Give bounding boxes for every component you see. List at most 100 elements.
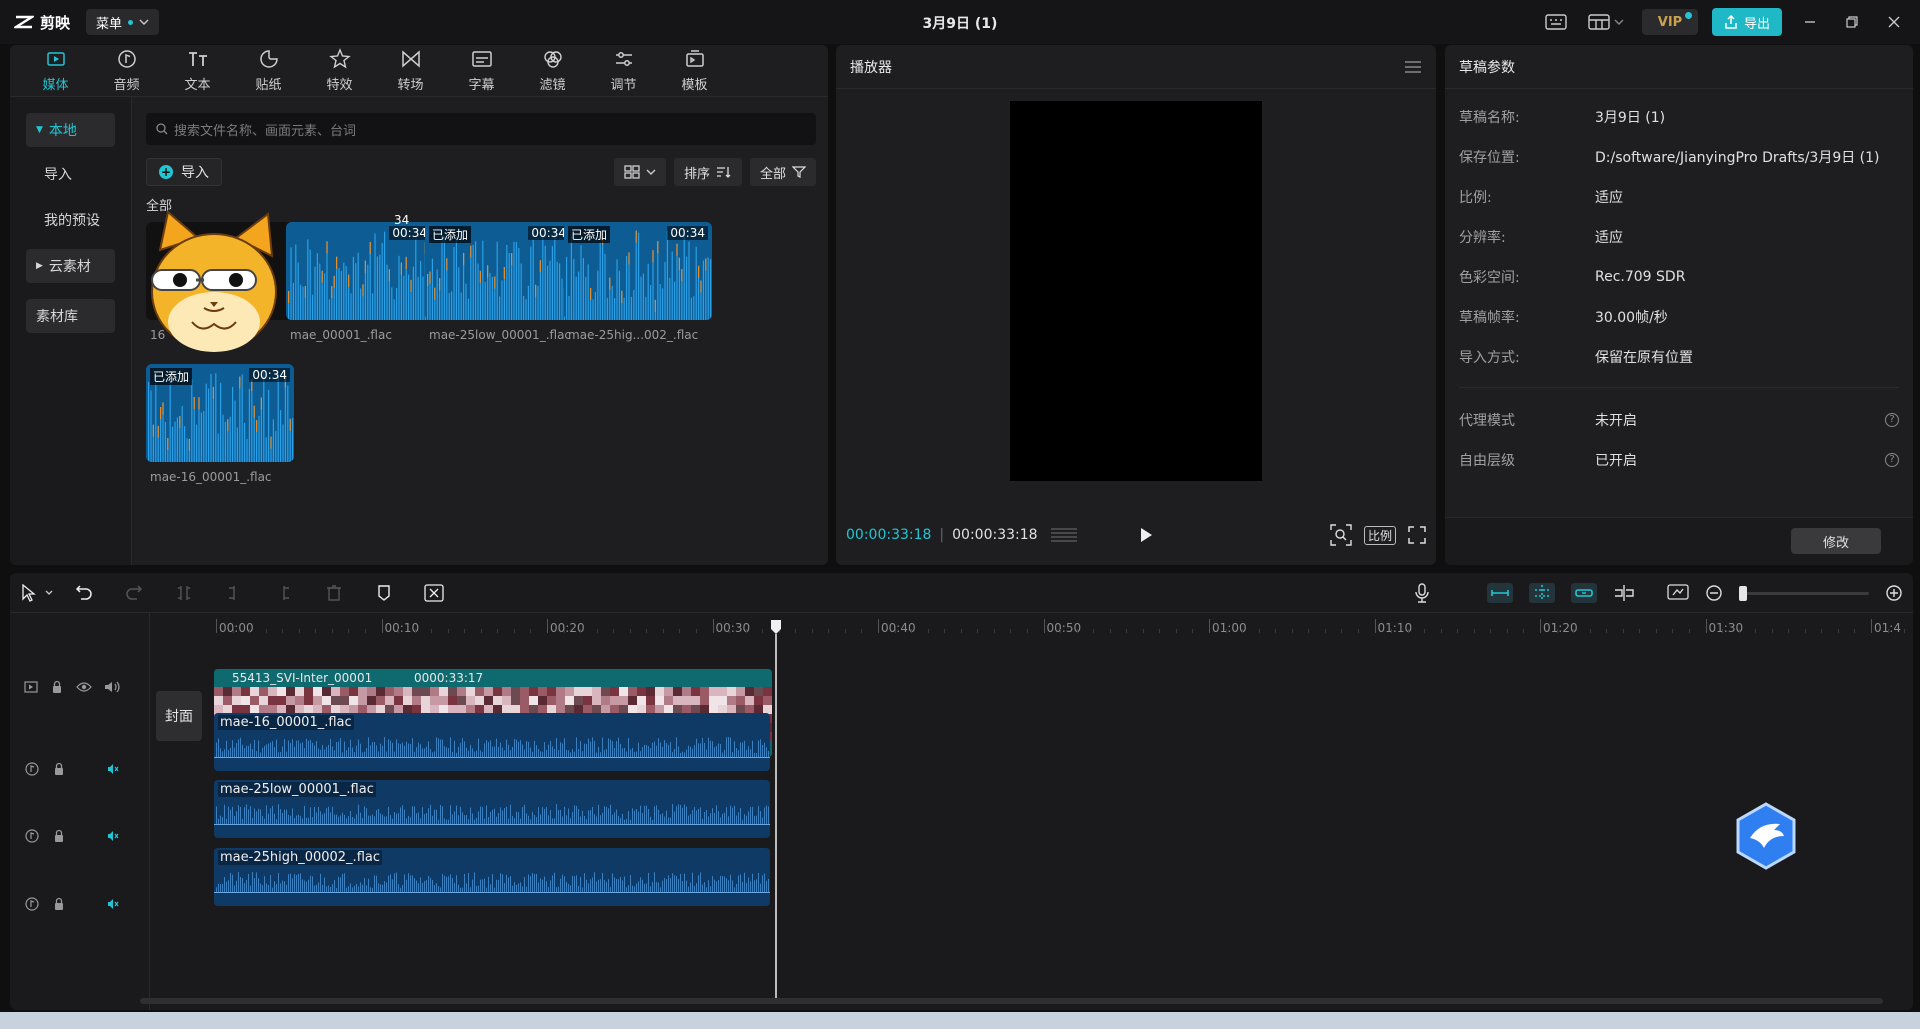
vip-button[interactable]: VIP	[1641, 9, 1698, 35]
audio-clip[interactable]: mae-25high_00002_.flac	[214, 848, 770, 906]
sidebar-item-local[interactable]: ▼ 本地	[26, 113, 115, 147]
ruler-minor-tick	[596, 629, 598, 633]
sort-button[interactable]: 排序	[673, 158, 742, 186]
delete-button[interactable]	[324, 583, 344, 603]
import-button[interactable]: + 导入	[146, 158, 222, 186]
help-icon[interactable]: ?	[1885, 413, 1899, 427]
restore-button[interactable]	[1838, 8, 1866, 36]
media-item[interactable]: 已添加 00:34 mae-25low_00001_.flac	[425, 222, 575, 342]
audio-clip[interactable]: mae-16_00001_.flac	[214, 713, 770, 771]
ruler-minor-tick	[1324, 629, 1326, 633]
microphone-icon[interactable]	[1413, 583, 1431, 603]
sidebar-item-cloud[interactable]: ▶ 云素材	[26, 249, 115, 283]
main-track-magnet-button[interactable]	[1487, 583, 1513, 603]
ruler-minor-tick	[1109, 629, 1111, 633]
snap-button[interactable]	[1529, 583, 1555, 603]
help-icon[interactable]: ?	[1885, 453, 1899, 467]
export-button[interactable]: 导出	[1711, 8, 1782, 36]
cursor-icon	[22, 583, 53, 602]
speaker-icon[interactable]	[105, 761, 120, 777]
draft-toggle-row: 自由层级 已开启?	[1445, 440, 1913, 480]
audio-track-icon	[24, 896, 39, 912]
tab-adjust[interactable]: 调节	[588, 45, 659, 96]
tab-template[interactable]: 模板	[659, 45, 730, 96]
linkage-button[interactable]	[1571, 583, 1597, 603]
search-icon	[156, 123, 168, 135]
preview-axis-icon[interactable]	[1613, 584, 1635, 602]
select-tool-button[interactable]	[20, 583, 54, 603]
zoom-slider[interactable]	[1739, 585, 1869, 601]
speaker-icon[interactable]	[105, 896, 120, 912]
lock-icon[interactable]	[51, 828, 66, 844]
tab-sticker[interactable]: 贴纸	[233, 45, 304, 96]
ruler-minor-tick	[1275, 629, 1277, 633]
layout-button[interactable]	[1584, 8, 1628, 36]
speaker-icon[interactable]	[105, 828, 120, 844]
modify-button[interactable]: 修改	[1791, 528, 1881, 554]
tab-filter[interactable]: 滤镜	[517, 45, 588, 96]
ruler-minor-tick	[249, 629, 251, 633]
fullscreen-icon[interactable]	[1408, 526, 1426, 544]
preview-canvas[interactable]	[1010, 101, 1262, 481]
media-item[interactable]: 已添加 00:34 mae-25hig...002_.flac	[564, 222, 714, 342]
split-left-button[interactable]	[224, 583, 244, 603]
zoom-in-icon[interactable]	[1885, 584, 1903, 602]
tab-effects[interactable]: 特效	[304, 45, 375, 96]
undo-button[interactable]	[74, 583, 94, 603]
tab-transition[interactable]: 转场	[375, 45, 446, 96]
zoom-fit-icon[interactable]	[1330, 524, 1352, 546]
play-icon[interactable]	[1136, 525, 1156, 545]
tab-media[interactable]: 媒体	[20, 45, 91, 96]
thumbnail-preview-icon[interactable]	[1667, 584, 1689, 602]
hamburger-menu-icon[interactable]	[1404, 60, 1422, 74]
draft-divider	[1459, 387, 1899, 388]
sidebar-item-import[interactable]: 导入	[26, 157, 115, 191]
added-badge: 已添加	[150, 368, 193, 385]
tab-subtitle[interactable]: 字幕	[446, 45, 517, 96]
search-input[interactable]: 搜索文件名称、画面元素、台词	[146, 113, 816, 145]
eye-icon[interactable]	[76, 679, 92, 695]
sidebar-item-my-presets[interactable]: 我的预设	[26, 203, 115, 237]
cover-button[interactable]: 封面	[156, 691, 202, 741]
ruler-minor-tick	[1175, 629, 1177, 633]
tab-text[interactable]: 文本	[162, 45, 233, 96]
split-right-button[interactable]	[274, 583, 294, 603]
assistant-bird-icon[interactable]	[1730, 800, 1802, 872]
sidebar-item-library[interactable]: 素材库	[26, 299, 115, 333]
draft-params-panel: 草稿参数 草稿名称: 3月9日 (1) 保存位置: D:/software/Jiany…	[1445, 45, 1913, 565]
marker-button[interactable]	[374, 583, 394, 603]
zoom-slider-handle[interactable]	[1739, 585, 1747, 601]
view-mode-button[interactable]	[613, 158, 666, 186]
minimize-button[interactable]	[1796, 8, 1824, 36]
ruler-minor-tick	[1788, 629, 1790, 633]
split-button[interactable]	[174, 583, 194, 603]
media-item[interactable]: 已添加 00:34 mae-16_00001_.flac	[146, 364, 296, 484]
filter-button[interactable]: 全部	[749, 158, 816, 186]
playhead[interactable]	[770, 619, 782, 999]
timeline-ruler[interactable]: 00:00 00:10 00:20 00:30 00:40 00:50 01:00 01:10…	[214, 613, 1913, 637]
shortcut-keyboard-button[interactable]	[1542, 8, 1570, 36]
redo-button[interactable]	[124, 583, 144, 603]
sidebar-presets-label: 我的预设	[44, 213, 100, 229]
media-item[interactable]: 00:34 mae_00001_.flac	[286, 222, 436, 342]
vip-notification-dot	[1684, 12, 1692, 19]
timeline-scrollbar[interactable]	[140, 998, 1883, 1004]
sidebar-cloud-label: 云素材	[48, 259, 91, 275]
lock-icon[interactable]	[50, 679, 64, 695]
auto-cut-button[interactable]	[424, 583, 444, 603]
tab-audio[interactable]: 音频	[91, 45, 162, 96]
lock-icon[interactable]	[51, 896, 66, 912]
speaker-icon[interactable]	[104, 679, 120, 695]
draft-value: Rec.709 SDR	[1595, 269, 1686, 285]
menu-button[interactable]: 菜单	[86, 9, 160, 35]
audio-icon	[117, 50, 136, 68]
list-icon[interactable]	[1050, 526, 1078, 544]
timeline-toolbar	[10, 573, 1913, 613]
delete-icon	[327, 584, 341, 601]
lock-icon[interactable]	[51, 761, 66, 777]
audio-clip[interactable]: mae-25low_00001_.flac	[214, 780, 770, 838]
ratio-button[interactable]: 比例	[1363, 525, 1396, 545]
restore-icon	[1846, 16, 1858, 28]
close-button[interactable]	[1880, 8, 1908, 36]
zoom-out-icon[interactable]	[1705, 584, 1723, 602]
